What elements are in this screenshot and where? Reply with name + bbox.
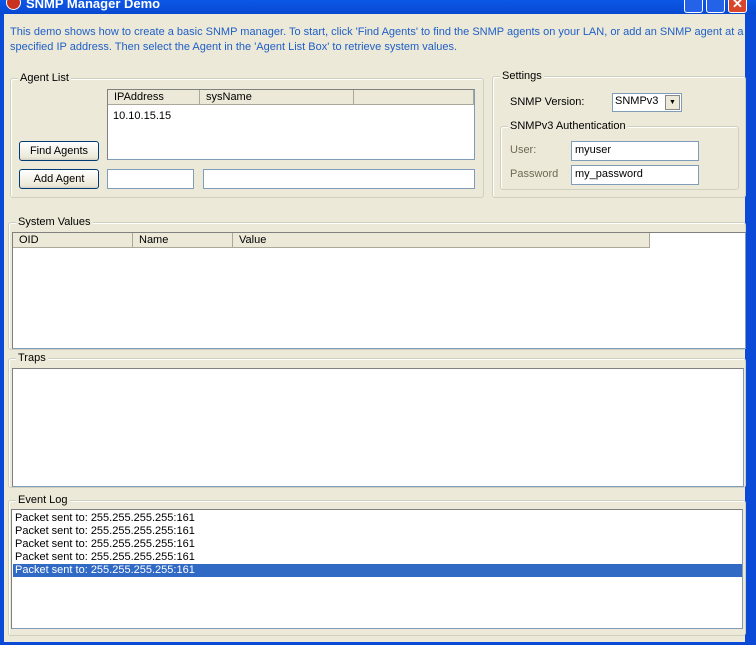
agent-list-view[interactable]: IPAddress sysName 10.10.15.15 (107, 89, 475, 160)
agent-list-label: Agent List (18, 72, 71, 84)
password-input[interactable]: my_password (571, 165, 699, 185)
user-label: User: (510, 144, 537, 156)
add-agent-button[interactable]: Add Agent (19, 169, 99, 189)
system-values-list[interactable]: OID Name Value (12, 232, 746, 349)
snmp-version-select[interactable]: SNMPv3 ▼ (612, 93, 682, 112)
traps-list[interactable] (12, 368, 744, 487)
settings-label: Settings (500, 70, 544, 82)
title-bar[interactable]: SNMP Manager Demo ✕ (0, 0, 756, 14)
agent-ip-input[interactable] (107, 169, 194, 189)
column-header-blank[interactable] (354, 90, 474, 105)
column-header-ipaddress[interactable]: IPAddress (108, 90, 200, 105)
event-log-list[interactable]: Packet sent to: 255.255.255.255:161 Pack… (11, 509, 743, 629)
chevron-down-icon[interactable]: ▼ (665, 95, 680, 110)
event-log-label: Event Log (16, 494, 70, 506)
event-log-item[interactable]: Packet sent to: 255.255.255.255:161 (13, 551, 742, 564)
app-icon (6, 0, 21, 10)
minimize-button[interactable] (684, 0, 703, 13)
event-log-item-selected[interactable]: Packet sent to: 255.255.255.255:161 (13, 564, 742, 577)
snmpv3-auth-label: SNMPv3 Authentication (508, 120, 628, 132)
event-log-item[interactable]: Packet sent to: 255.255.255.255:161 (13, 512, 742, 525)
event-log-item[interactable]: Packet sent to: 255.255.255.255:161 (13, 525, 742, 538)
find-agents-button[interactable]: Find Agents (19, 141, 99, 161)
system-values-label: System Values (16, 216, 93, 228)
column-header-name[interactable]: Name (133, 233, 233, 248)
traps-label: Traps (16, 352, 48, 364)
column-header-oid[interactable]: OID (13, 233, 133, 248)
user-input[interactable]: myuser (571, 141, 699, 161)
client-area: This demo shows how to create a basic SN… (4, 14, 746, 642)
snmp-version-label: SNMP Version: (510, 96, 585, 108)
agent-name-input[interactable] (203, 169, 475, 189)
column-header-value[interactable]: Value (233, 233, 650, 248)
event-log-item[interactable]: Packet sent to: 255.255.255.255:161 (13, 538, 742, 551)
snmp-version-value: SNMPv3 (615, 95, 659, 107)
agent-row[interactable]: 10.10.15.15 (113, 110, 171, 122)
column-header-sysname[interactable]: sysName (200, 90, 354, 105)
maximize-button[interactable] (706, 0, 725, 13)
password-label: Password (510, 168, 559, 180)
close-button[interactable]: ✕ (728, 0, 747, 13)
window-title: SNMP Manager Demo (26, 0, 161, 11)
intro-text: This demo shows how to create a basic SN… (10, 26, 744, 53)
agent-ip: 10.10.15.15 (113, 110, 172, 122)
